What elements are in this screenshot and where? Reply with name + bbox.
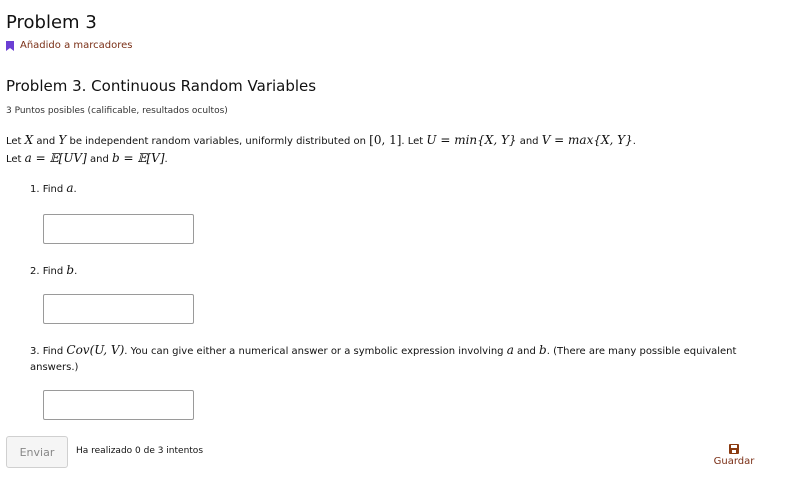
question-text: 3. Find <box>30 346 67 357</box>
statement-line-1: Let X and Y be independent random variab… <box>6 132 786 150</box>
statement-text: . <box>632 136 636 147</box>
statement-text: Let <box>6 136 25 147</box>
var-a: a <box>66 181 74 195</box>
save-button[interactable]: Guardar <box>712 444 756 467</box>
statement-text: and <box>516 136 542 147</box>
statement-text: and <box>86 154 112 165</box>
statement-text: Let <box>6 154 25 165</box>
statement-text: be independent random variables, uniform… <box>66 136 370 147</box>
statement-text: . Let <box>401 136 427 147</box>
bookmark-label: Añadido a marcadores <box>20 40 133 51</box>
question-text: . <box>74 266 78 277</box>
question-text: and <box>513 346 540 357</box>
question-2: 2. Find b. <box>30 262 770 280</box>
bookmark-icon <box>6 40 14 51</box>
points-info: 3 Puntos posibles (calificable, resultad… <box>6 106 228 116</box>
interval: [0, 1] <box>369 133 402 147</box>
u-definition: U = min{X, Y} <box>426 133 517 147</box>
answer-input-3[interactable] <box>43 390 194 420</box>
cov-expression: Cov(U, V) <box>66 343 125 357</box>
attempts-info: Ha realizado 0 de 3 intentos <box>76 446 204 456</box>
question-text: 1. Find <box>30 184 67 195</box>
answer-input-2[interactable] <box>43 294 194 324</box>
v-definition: V = max{X, Y} <box>541 133 633 147</box>
bookmark-link[interactable]: Añadido a marcadores <box>6 40 133 51</box>
page-title: Problem 3 <box>6 12 97 33</box>
var-b: b <box>539 343 547 357</box>
save-label: Guardar <box>713 456 755 467</box>
b-definition: b = 𝔼[V] <box>111 151 165 165</box>
a-definition: a = 𝔼[UV] <box>24 151 87 165</box>
problem-heading: Problem 3. Continuous Random Variables <box>6 77 317 95</box>
question-3: 3. Find Cov(U, V). You can give either a… <box>30 342 770 376</box>
question-text: 2. Find <box>30 266 67 277</box>
statement-text: . <box>164 154 168 165</box>
question-1: 1. Find a. <box>30 180 770 198</box>
submit-button[interactable]: Enviar <box>6 436 68 468</box>
answer-input-1[interactable] <box>43 214 194 244</box>
var-b: b <box>66 263 75 277</box>
statement-line-2: Let a = 𝔼[UV] and b = 𝔼[V]. <box>6 150 786 168</box>
var-a: a <box>506 343 514 357</box>
var-x: X <box>24 133 34 147</box>
question-text: . <box>73 184 77 195</box>
statement-text: and <box>33 136 59 147</box>
problem-statement: Let X and Y be independent random variab… <box>6 132 786 168</box>
question-text: . You can give either a numerical answer… <box>124 346 507 357</box>
floppy-disk-icon <box>729 444 739 454</box>
